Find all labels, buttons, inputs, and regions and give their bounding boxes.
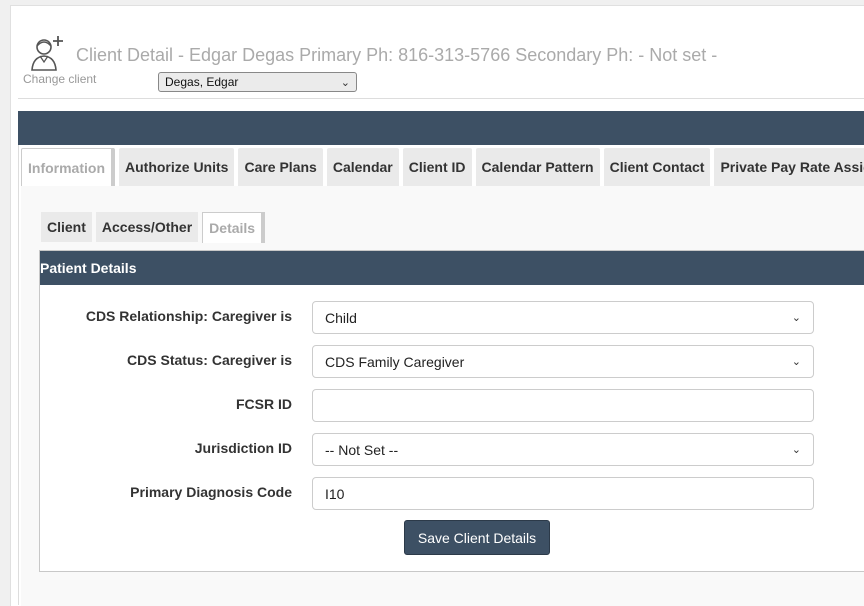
tab-private-pay-rate[interactable]: Private Pay Rate Assignm	[714, 148, 864, 186]
fcsr-id-input[interactable]	[312, 389, 814, 422]
client-add-icon[interactable]	[30, 34, 66, 72]
page-title: Client Detail - Edgar Degas Primary Ph: …	[76, 45, 718, 65]
chevron-down-icon: ⌄	[791, 312, 801, 324]
jurisdiction-id-value: -- Not Set --	[325, 441, 399, 458]
primary-diagnosis-input[interactable]: I10	[312, 477, 814, 510]
tab-authorize-units[interactable]: Authorize Units	[119, 148, 235, 186]
change-client-label: Change client	[23, 72, 97, 86]
primary-diagnosis-label: Primary Diagnosis Code	[130, 484, 292, 500]
divider	[18, 98, 864, 99]
chevron-down-icon: ⌄	[340, 76, 350, 89]
subtab-details[interactable]: Details	[202, 212, 266, 243]
cds-relationship-select[interactable]: Child ⌄	[312, 301, 814, 334]
chevron-down-icon: ⌄	[791, 444, 801, 456]
subtab-strip: Client Access/Other Details	[41, 212, 266, 243]
tab-care-plans[interactable]: Care Plans	[238, 148, 323, 186]
tab-client-id[interactable]: Client ID	[402, 148, 472, 186]
client-select[interactable]: Degas, Edgar ⌄	[158, 72, 357, 92]
chevron-down-icon: ⌄	[791, 356, 801, 368]
cds-status-value: CDS Family Caregiver	[325, 353, 465, 370]
save-client-details-button[interactable]: Save Client Details	[404, 520, 550, 555]
tab-client-contact[interactable]: Client Contact	[603, 148, 711, 186]
tab-calendar-pattern[interactable]: Calendar Pattern	[475, 148, 600, 186]
header-bar	[18, 111, 864, 145]
tab-information[interactable]: Information	[21, 148, 115, 187]
cds-status-label: CDS Status: Caregiver is	[127, 352, 292, 368]
panel-title: Patient Details	[40, 251, 864, 285]
jurisdiction-id-label: Jurisdiction ID	[194, 440, 292, 456]
tab-calendar[interactable]: Calendar	[326, 148, 399, 186]
subtab-access-other[interactable]: Access/Other	[95, 212, 199, 242]
subtab-client[interactable]: Client	[41, 212, 92, 242]
patient-details-panel: Patient Details CDS Relationship: Caregi…	[39, 250, 864, 572]
cds-status-select[interactable]: CDS Family Caregiver ⌄	[312, 345, 814, 378]
tab-strip: Information Authorize Units Care Plans C…	[21, 148, 864, 187]
client-select-value: Degas, Edgar	[165, 75, 239, 89]
cds-relationship-value: Child	[325, 309, 357, 326]
fcsr-id-label: FCSR ID	[236, 396, 292, 412]
cds-relationship-label: CDS Relationship: Caregiver is	[85, 308, 292, 324]
jurisdiction-id-select[interactable]: -- Not Set -- ⌄	[312, 433, 814, 466]
